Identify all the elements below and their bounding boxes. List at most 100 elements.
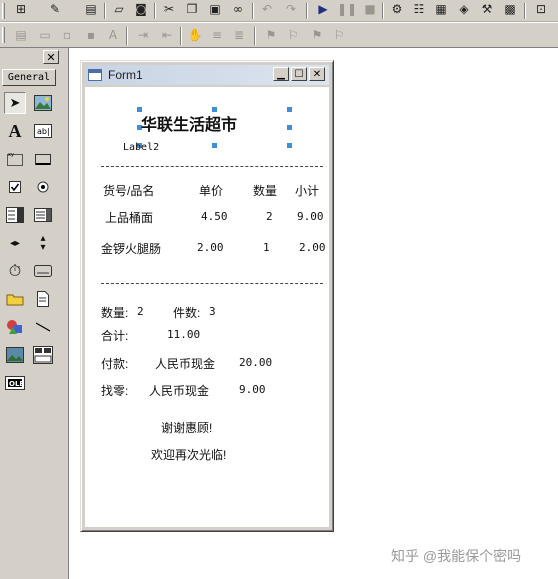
- list-properties-icon[interactable]: ▤: [12, 26, 30, 44]
- item-subtotal: 2.00: [299, 241, 326, 254]
- pieces-value: 3: [209, 305, 216, 318]
- watermark: 知乎 @我能保个密吗: [391, 548, 522, 564]
- commandbutton-tool-icon[interactable]: [32, 148, 54, 170]
- pause-icon[interactable]: ❚❚: [337, 0, 357, 18]
- textbox-tool-icon[interactable]: ab|: [32, 120, 54, 142]
- minimize-button[interactable]: ▁: [273, 67, 289, 81]
- total-value: 11.00: [167, 328, 201, 341]
- ole-tool-icon[interactable]: OLE: [4, 372, 26, 394]
- toolbox-icon[interactable]: ⚒: [478, 0, 496, 18]
- uncomment-block-icon[interactable]: ≣: [230, 26, 248, 44]
- svg-text:xy: xy: [8, 152, 14, 158]
- pointer-icon[interactable]: ➤: [4, 92, 26, 114]
- clear-bookmarks-icon[interactable]: ⚐: [330, 26, 348, 44]
- toggle-breakpoint-icon[interactable]: ✋: [186, 26, 204, 44]
- form-client-area[interactable]: 华联生活超市 Label2 货号/品名 单价 数量 小计 上品桶面 4.50 2…: [85, 87, 329, 527]
- comment-block-icon[interactable]: ≡: [208, 26, 226, 44]
- filelistbox-tool-icon[interactable]: [32, 288, 54, 310]
- pieces-label: 件数:: [173, 306, 201, 320]
- vscrollbar-tool-icon[interactable]: ▴ ▾: [32, 232, 54, 254]
- picturebox-icon[interactable]: [32, 92, 54, 114]
- redo-icon[interactable]: ↷: [282, 0, 300, 18]
- project-explorer-icon[interactable]: ⚙: [388, 0, 406, 18]
- undo-icon[interactable]: ↶: [258, 0, 276, 18]
- optionbutton-tool-icon[interactable]: [32, 176, 54, 198]
- add-module-icon[interactable]: ✎: [46, 0, 64, 18]
- outdent-icon[interactable]: ⇤: [158, 26, 176, 44]
- header-subtotal: 小计: [295, 184, 320, 198]
- properties-icon[interactable]: ☷: [410, 0, 428, 18]
- data-view-icon[interactable]: ▩: [501, 0, 519, 18]
- label2[interactable]: Label2: [123, 142, 159, 153]
- form-window[interactable]: Form1 ▁ ☐ ✕ 华联生活超市 Label2 货号/品名 单价 数量 小计…: [80, 60, 334, 532]
- close-button[interactable]: ✕: [309, 67, 325, 81]
- hscrollbar-tool-icon[interactable]: ◂▸: [4, 232, 26, 254]
- form-layout-icon[interactable]: ▦: [432, 0, 450, 18]
- maximize-button[interactable]: ☐: [291, 67, 307, 81]
- selection-handle[interactable]: [287, 107, 292, 112]
- open-icon[interactable]: ▱: [110, 0, 128, 18]
- timer-tool-icon[interactable]: ⏱: [4, 260, 26, 282]
- frame-tool-icon[interactable]: xy: [4, 148, 26, 170]
- complete-word-icon[interactable]: A: [104, 26, 122, 44]
- change-method: 人民币现金: [149, 384, 210, 398]
- listbox-tool-icon[interactable]: [32, 204, 54, 226]
- combobox-tool-icon[interactable]: [4, 204, 26, 226]
- paste-icon[interactable]: ▣: [206, 0, 224, 18]
- menu-editor-icon[interactable]: ▤: [82, 0, 100, 18]
- image-tool-icon[interactable]: [4, 344, 26, 366]
- toolbox-panel: ✕ General ➤ A ab| xy ◂▸ ▴ ▾ ⏱ OLE: [0, 48, 62, 579]
- run-icon[interactable]: ▶: [314, 0, 332, 18]
- add-form-icon[interactable]: ⊞: [12, 0, 30, 18]
- save-icon[interactable]: ◙: [132, 0, 150, 18]
- form-title: Form1: [108, 68, 143, 82]
- header-price: 单价: [199, 184, 224, 198]
- item-name: 金锣火腿肠: [101, 242, 162, 256]
- toolbox-tab-general[interactable]: General: [2, 69, 56, 86]
- parameter-info-icon[interactable]: ▪: [82, 26, 100, 44]
- selection-handle[interactable]: [287, 125, 292, 130]
- quick-info-icon[interactable]: ▫: [58, 26, 76, 44]
- toolbox-close-button[interactable]: ✕: [43, 50, 59, 64]
- selection-handle[interactable]: [287, 143, 292, 148]
- list-constants-icon[interactable]: ▭: [36, 26, 54, 44]
- stop-icon[interactable]: ■: [361, 0, 379, 18]
- item-qty: 2: [266, 210, 273, 223]
- data-tool-icon[interactable]: [32, 344, 54, 366]
- svg-text:ab|: ab|: [37, 127, 50, 136]
- standard-toolbar: ⊞ ✎ ▤ ▱ ◙ ✂ ❐ ▣ ∞ ↶ ↷ ▶ ❚❚ ■ ⚙ ☷ ▦ ◈ ⚒ ▩…: [0, 0, 558, 22]
- toolbar-grip[interactable]: [2, 27, 5, 43]
- item-subtotal: 9.00: [297, 210, 324, 223]
- label-tool-icon[interactable]: A: [4, 120, 26, 142]
- store-name-label[interactable]: 华联生活超市: [141, 111, 237, 135]
- form-icon: [88, 69, 102, 81]
- pay-label: 付款:: [101, 357, 129, 371]
- change-value: 9.00: [239, 383, 266, 396]
- toolbar-grip[interactable]: [2, 3, 5, 19]
- drivelistbox-tool-icon[interactable]: [32, 260, 54, 282]
- copy-icon[interactable]: ❐: [183, 0, 201, 18]
- welcome-label: 欢迎再次光临!: [151, 448, 227, 462]
- form-title-bar[interactable]: Form1 ▁ ☐ ✕: [85, 65, 329, 85]
- toggle-bookmark-icon[interactable]: ⚑: [262, 26, 280, 44]
- next-bookmark-icon[interactable]: ⚐: [284, 26, 302, 44]
- line-tool-icon[interactable]: [32, 316, 54, 338]
- pay-value: 20.00: [239, 356, 273, 369]
- object-browser-icon[interactable]: ◈: [455, 0, 473, 18]
- shape-tool-icon[interactable]: [4, 316, 26, 338]
- checkbox-tool-icon[interactable]: [4, 176, 26, 198]
- thanks-label: 谢谢惠顾!: [161, 421, 213, 435]
- pay-method: 人民币现金: [155, 357, 216, 371]
- find-icon[interactable]: ∞: [229, 0, 247, 18]
- previous-bookmark-icon[interactable]: ⚑: [308, 26, 326, 44]
- dirlistbox-tool-icon[interactable]: [4, 288, 26, 310]
- svg-text:OLE: OLE: [9, 380, 24, 388]
- divider-bottom: [101, 283, 323, 284]
- indent-icon[interactable]: ⇥: [134, 26, 152, 44]
- cut-icon[interactable]: ✂: [160, 0, 178, 18]
- selection-handle[interactable]: [212, 143, 217, 148]
- component-manager-icon[interactable]: ⊡: [532, 0, 550, 18]
- total-label: 合计:: [101, 329, 129, 343]
- item-price: 2.00: [197, 241, 224, 254]
- header-qty: 数量: [253, 184, 278, 198]
